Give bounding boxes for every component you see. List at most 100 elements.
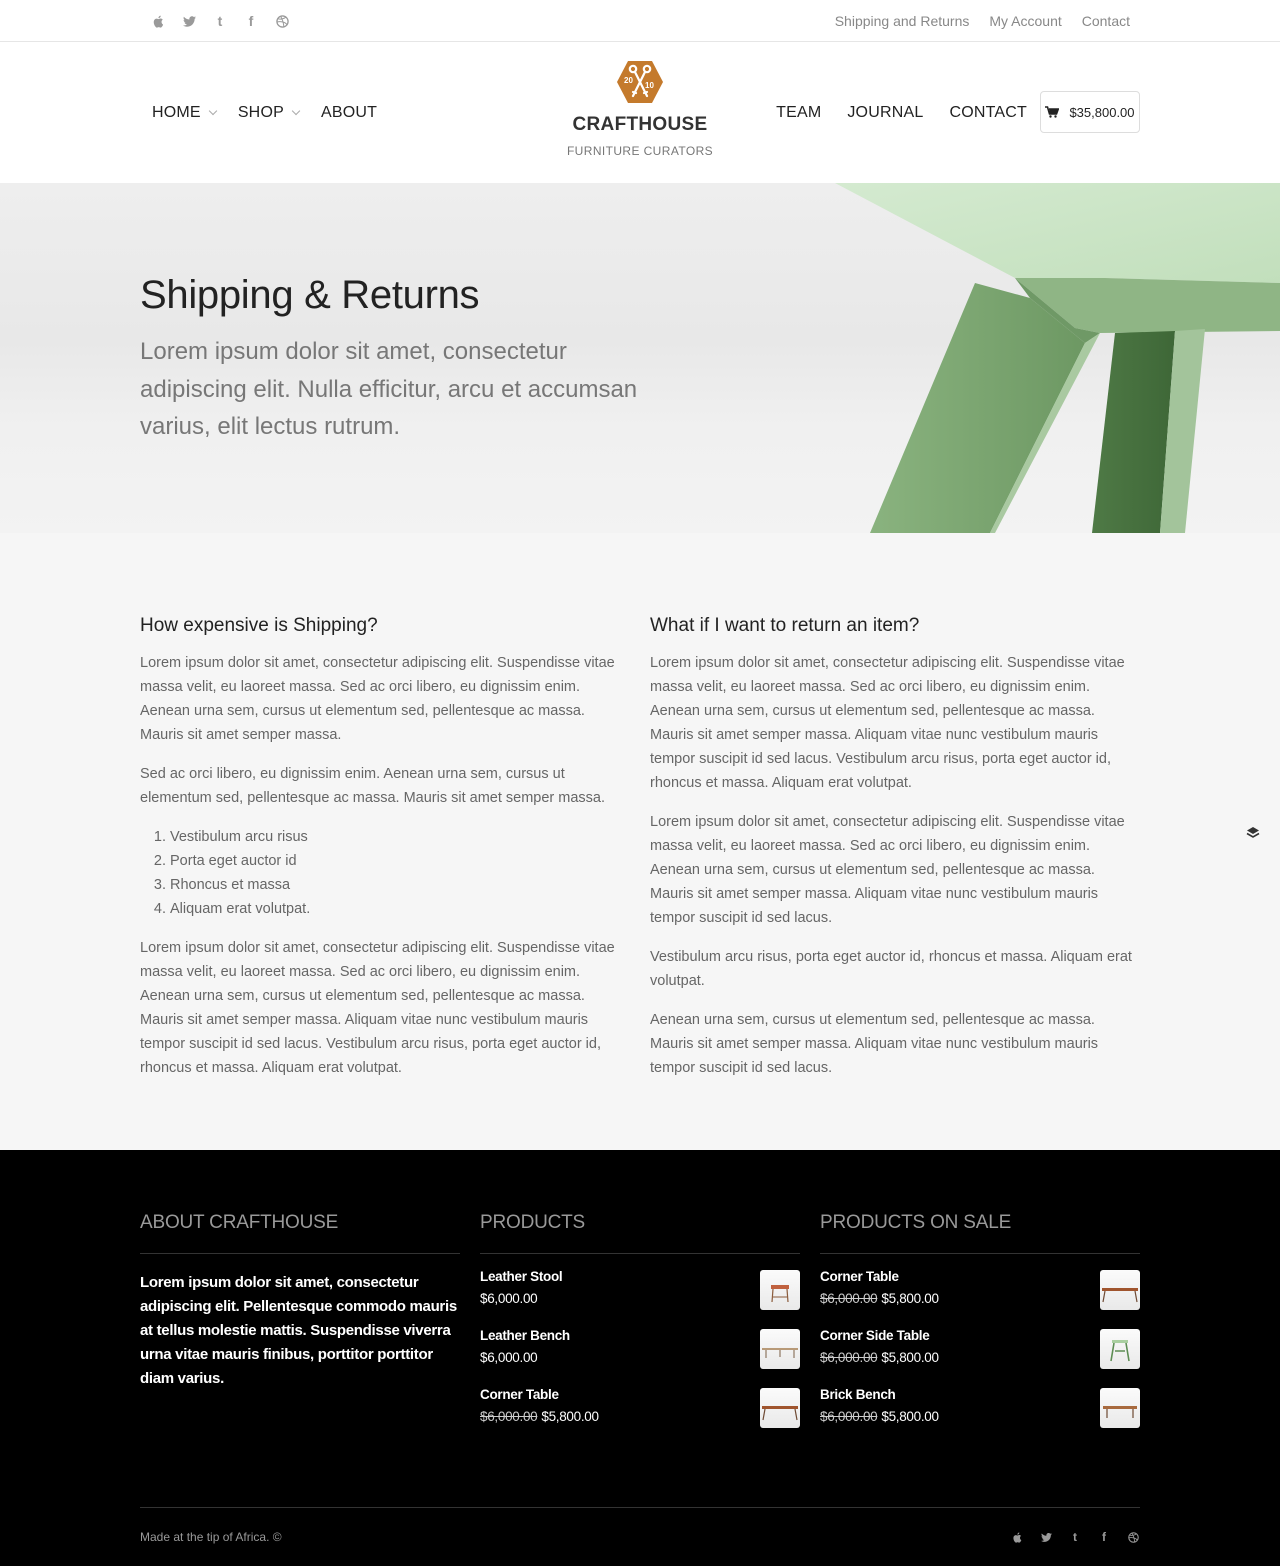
- site-footer: ABOUT CRAFTHOUSE Lorem ipsum dolor sit a…: [0, 1150, 1280, 1566]
- contact-link[interactable]: Contact: [1082, 13, 1130, 29]
- nav-item-team[interactable]: TEAM: [776, 104, 821, 122]
- table-thumbnail[interactable]: [760, 1388, 800, 1428]
- product-price: $6,000.00: [480, 1350, 538, 1365]
- paragraph: Lorem ipsum dolor sit amet, consectetur …: [650, 814, 1125, 926]
- hero-banner: Shipping & Returns Lorem ipsum dolor sit…: [0, 183, 1280, 533]
- cart-button[interactable]: $35,800.00: [1040, 91, 1140, 133]
- price-current: $6,000.00: [480, 1291, 538, 1306]
- product-price: $6,000.00 $5,800.00: [820, 1291, 939, 1306]
- returns-column: What if I want to return an item? Lorem …: [650, 615, 1140, 1095]
- dribbble-icon[interactable]: [1126, 1530, 1140, 1544]
- nav-item-contact[interactable]: CONTACT: [949, 104, 1027, 122]
- tumblr-icon[interactable]: t: [1068, 1530, 1082, 1544]
- site-header: HOME SHOP ABOUT 20 10 CRAFTHOUSE FURNITU…: [0, 42, 1280, 183]
- logo-tagline: FURNITURE CURATORS: [566, 144, 714, 158]
- product-name[interactable]: Brick Bench: [820, 1387, 896, 1402]
- footer-social-links: t f: [1010, 1530, 1140, 1544]
- nav-label: ABOUT: [320, 103, 378, 121]
- product-price: $6,000.00: [480, 1291, 538, 1306]
- price-current: $6,000.00: [480, 1350, 538, 1365]
- paragraph: Vestibulum arcu risus, porta eget auctor…: [650, 949, 1132, 989]
- nav-item-home[interactable]: HOME: [152, 103, 218, 122]
- twitter-icon[interactable]: [1039, 1530, 1053, 1544]
- product-item[interactable]: Leather Bench $6,000.00: [480, 1328, 800, 1387]
- chevron-down-icon: [208, 106, 218, 115]
- product-name[interactable]: Corner Table: [480, 1387, 559, 1402]
- paragraph: Lorem ipsum dolor sit amet, consectetur …: [140, 655, 615, 743]
- top-social-links: t f: [150, 0, 290, 42]
- table-thumbnail[interactable]: [1100, 1270, 1140, 1310]
- footer-products: PRODUCTS Leather Stool $6,000.00 Leather…: [480, 1212, 800, 1446]
- main-nav-left: HOME SHOP ABOUT: [152, 42, 377, 183]
- apple-icon[interactable]: [1010, 1530, 1024, 1544]
- price-old: $6,000.00: [820, 1409, 878, 1424]
- keys-logo-icon: 20 10: [616, 60, 664, 104]
- my-account-link[interactable]: My Account: [989, 13, 1061, 29]
- facebook-icon[interactable]: f: [243, 13, 259, 29]
- product-item[interactable]: Corner Side Table $6,000.00 $5,800.00: [820, 1328, 1140, 1387]
- paragraph: Lorem ipsum dolor sit amet, consectetur …: [650, 655, 1125, 791]
- logo-year-right: 10: [645, 81, 654, 90]
- apple-icon[interactable]: [150, 13, 166, 29]
- tumblr-icon[interactable]: t: [212, 13, 228, 29]
- product-item[interactable]: Corner Table $6,000.00 $5,800.00: [820, 1269, 1140, 1328]
- green-table-image: [835, 183, 1280, 533]
- nav-label: HOME: [152, 103, 201, 121]
- product-item[interactable]: Leather Stool $6,000.00: [480, 1269, 800, 1328]
- numbered-list: Vestibulum arcu risus Porta eget auctor …: [170, 825, 630, 921]
- product-price: $6,000.00 $5,800.00: [820, 1409, 939, 1424]
- list-item: Aliquam erat volutpat.: [170, 897, 630, 921]
- dribbble-icon[interactable]: [274, 13, 290, 29]
- product-name[interactable]: Corner Side Table: [820, 1328, 930, 1343]
- product-name[interactable]: Leather Stool: [480, 1269, 563, 1284]
- paragraph: Lorem ipsum dolor sit amet, consectetur …: [140, 940, 615, 1076]
- main-nav-right: TEAM JOURNAL CONTACT: [776, 42, 1027, 183]
- footer-heading: PRODUCTS ON SALE: [820, 1212, 1140, 1254]
- nav-item-about[interactable]: ABOUT: [321, 104, 377, 122]
- layers-icon[interactable]: [1245, 825, 1261, 841]
- paragraph: Sed ac orci libero, eu dignissim enim. A…: [140, 766, 606, 806]
- product-price: $6,000.00 $5,800.00: [820, 1350, 939, 1365]
- product-item[interactable]: Brick Bench $6,000.00 $5,800.00: [820, 1387, 1140, 1446]
- page-title: Shipping & Returns: [140, 273, 480, 317]
- chevron-down-icon: [291, 106, 301, 115]
- footer-products-on-sale: PRODUCTS ON SALE Corner Table $6,000.00 $…: [820, 1212, 1140, 1446]
- product-name[interactable]: Leather Bench: [480, 1328, 570, 1343]
- product-name[interactable]: Corner Table: [820, 1269, 899, 1284]
- copyright-text: Made at the tip of Africa. ©: [140, 1530, 282, 1544]
- cart-total: $35,800.00: [1069, 104, 1135, 120]
- top-bar: t f Shipping and Returns My Account Cont…: [0, 0, 1280, 42]
- footer-about: ABOUT CRAFTHOUSE Lorem ipsum dolor sit a…: [140, 1212, 460, 1391]
- brick-bench-thumbnail[interactable]: [1100, 1388, 1140, 1428]
- side-table-thumbnail[interactable]: [1100, 1329, 1140, 1369]
- list-item: Vestibulum arcu risus: [170, 825, 630, 849]
- logo-year-left: 20: [624, 76, 633, 85]
- list-item: Rhoncus et massa: [170, 873, 630, 897]
- cart-icon: [1045, 106, 1060, 118]
- price-current: $5,800.00: [541, 1409, 599, 1424]
- twitter-icon[interactable]: [181, 13, 197, 29]
- nav-item-shop[interactable]: SHOP: [237, 103, 301, 122]
- facebook-icon[interactable]: f: [1097, 1530, 1111, 1544]
- price-current: $5,800.00: [881, 1409, 939, 1424]
- price-current: $5,800.00: [881, 1291, 939, 1306]
- price-old: $6,000.00: [820, 1291, 878, 1306]
- bench-thumbnail[interactable]: [760, 1329, 800, 1369]
- returns-heading: What if I want to return an item?: [650, 615, 920, 636]
- price-current: $5,800.00: [881, 1350, 939, 1365]
- site-logo[interactable]: 20 10 CRAFTHOUSE FURNITURE CURATORS: [540, 60, 740, 158]
- shipping-heading: How expensive is Shipping?: [140, 615, 378, 636]
- nav-item-journal[interactable]: JOURNAL: [847, 104, 923, 122]
- footer-heading: ABOUT CRAFTHOUSE: [140, 1212, 460, 1254]
- price-old: $6,000.00: [820, 1350, 878, 1365]
- product-item[interactable]: Corner Table $6,000.00 $5,800.00: [480, 1387, 800, 1446]
- footer-about-text: Lorem ipsum dolor sit amet, consectetur …: [140, 1274, 457, 1387]
- product-price: $6,000.00 $5,800.00: [480, 1409, 599, 1424]
- price-old: $6,000.00: [480, 1409, 538, 1424]
- logo-name: CRAFTHOUSE: [572, 114, 708, 135]
- nav-label: SHOP: [237, 103, 284, 121]
- shipping-returns-link[interactable]: Shipping and Returns: [835, 13, 970, 29]
- paragraph: Aenean urna sem, cursus ut elementum sed…: [650, 1012, 1099, 1076]
- stool-thumbnail[interactable]: [760, 1270, 800, 1310]
- footer-bottom: Made at the tip of Africa. © t f: [140, 1507, 1140, 1544]
